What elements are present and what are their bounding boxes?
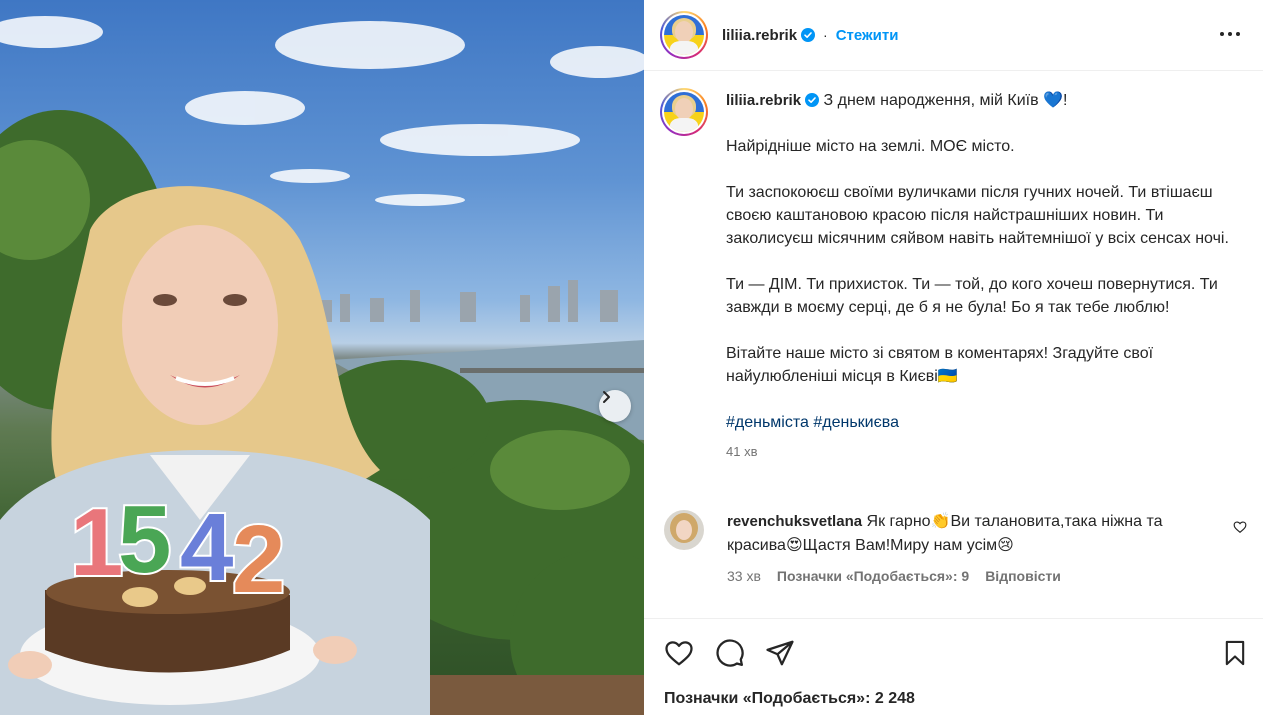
svg-text:1: 1 (70, 489, 123, 596)
caption-greeting-end: ! (1062, 92, 1068, 109)
caption-greeting: З днем народження, мій Київ (823, 92, 1039, 109)
header-separator: · (823, 27, 828, 43)
caption-paragraph-4: Вітайте наше місто зі святом в коментаря… (726, 345, 1154, 385)
svg-text:2: 2 (232, 506, 285, 613)
verified-badge-icon (805, 93, 820, 107)
blue-heart-emoji: 💙 (1043, 90, 1063, 109)
caption-text-block: liliia.rebrik З днем народження, мій Киї… (726, 88, 1246, 463)
comment-body: revenchuksvetlana Як гарно👏Ви талановита… (727, 510, 1217, 588)
commenter-avatar[interactable] (664, 510, 704, 550)
comment-item: revenchuksvetlana Як гарно👏Ви талановита… (664, 510, 1254, 588)
post-likes-count[interactable]: Позначки «Подобається»: 2 248 (664, 690, 915, 708)
caption: liliia.rebrik З днем народження, мій Киї… (660, 88, 1250, 463)
post-action-bar: Позначки «Подобається»: 2 248 (644, 618, 1263, 715)
caption-timestamp[interactable]: 41 хв (726, 440, 1246, 463)
comment-meta: 33 хв Позначки «Подобається»: 9 Відповіс… (727, 564, 1217, 588)
like-heart-icon[interactable] (664, 638, 694, 673)
comment-timestamp[interactable]: 33 хв (727, 564, 761, 588)
comment-bubble-icon[interactable] (715, 638, 745, 673)
author-username[interactable]: liliia.rebrik (722, 27, 797, 44)
svg-text:5: 5 (118, 486, 171, 593)
save-bookmark-icon[interactable] (1221, 638, 1249, 673)
caption-username[interactable]: liliia.rebrik (726, 92, 801, 109)
chevron-right-icon (603, 391, 610, 403)
comments-scroll-area[interactable]: liliia.rebrik З днем народження, мій Киї… (644, 72, 1263, 618)
svg-text:4: 4 (180, 494, 233, 601)
more-options-icon[interactable] (1219, 24, 1241, 49)
caption-author-avatar[interactable] (660, 88, 708, 136)
photo-illustration: 1 5 4 2 (0, 16, 644, 715)
post-header: liliia.rebrik · Стежити (644, 0, 1263, 71)
hashtag-link[interactable]: #деньміста (726, 414, 809, 431)
comment-likes-count[interactable]: Позначки «Подобається»: 9 (777, 564, 969, 588)
reply-button[interactable]: Відповісти (985, 564, 1061, 588)
caption-paragraph-3: Ти — ДІМ. Ти прихисток. Ти — той, до ког… (726, 276, 1218, 316)
carousel-next-button[interactable] (599, 390, 631, 422)
post-photo: 1 5 4 2 (0, 0, 644, 715)
follow-button[interactable]: Стежити (836, 27, 899, 44)
post-side-panel: liliia.rebrik · Стежити liliia.rebrik З … (644, 0, 1263, 715)
caption-first-line: liliia.rebrik З днем народження, мій Киї… (726, 88, 1246, 112)
hashtag-link[interactable]: #денькиєва (813, 414, 899, 431)
author-avatar[interactable] (660, 11, 708, 59)
share-paper-plane-icon[interactable] (765, 638, 795, 673)
caption-hashtags: #деньміста #денькиєва (726, 411, 1246, 434)
commenter-username[interactable]: revenchuksvetlana (727, 513, 862, 530)
caption-paragraph-2: Ти заспокоюєш своїми вуличками після гуч… (726, 184, 1229, 247)
verified-badge-icon (801, 28, 816, 42)
caption-paragraph-1: Найрідніше місто на землі. МОЄ місто. (726, 138, 1015, 155)
comment-like-heart-icon[interactable] (1233, 520, 1247, 539)
